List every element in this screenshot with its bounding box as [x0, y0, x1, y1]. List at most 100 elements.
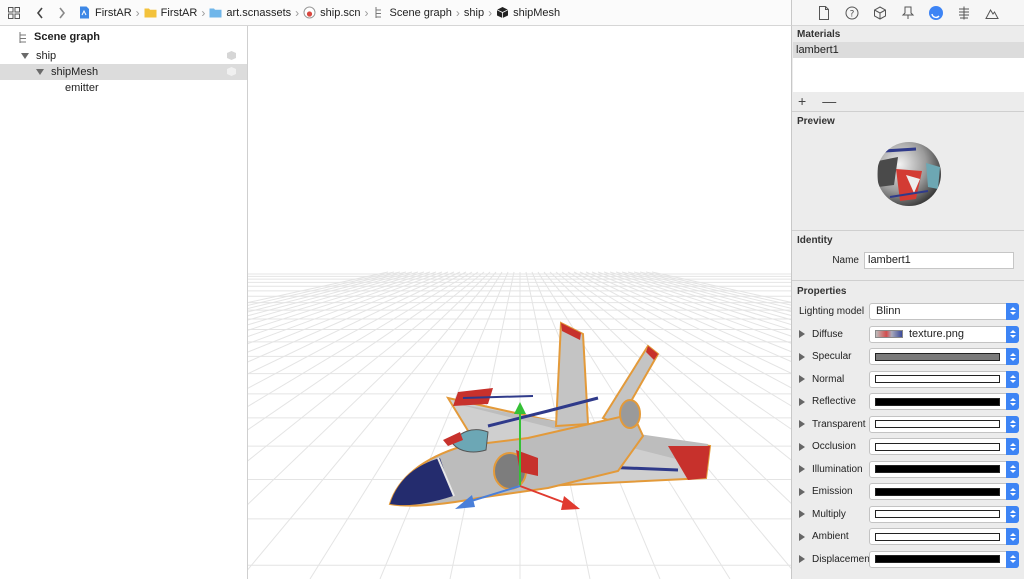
disclosure-triangle-icon[interactable] [799, 420, 805, 428]
material-list-item[interactable]: lambert1 [793, 42, 1024, 58]
select-stepper-icon[interactable] [1006, 528, 1019, 545]
material-inspector-icon[interactable] [928, 5, 944, 21]
select-stepper-icon[interactable] [1006, 302, 1019, 320]
color-well[interactable] [869, 348, 1019, 365]
disclosure-triangle-icon[interactable] [799, 397, 805, 406]
select-stepper-icon[interactable] [1006, 415, 1019, 433]
help-inspector-icon[interactable]: ? [844, 5, 860, 21]
disclosure-triangle-icon[interactable] [799, 375, 805, 383]
breadcrumb-separator-icon: › [455, 5, 460, 20]
select-stepper-icon[interactable] [1006, 325, 1019, 343]
x-axis-arrow-icon[interactable] [561, 496, 580, 510]
property-row-emission: Emission [792, 482, 1024, 502]
disclosure-triangle-icon[interactable] [799, 330, 805, 338]
lighting-model-label: Lighting model [799, 305, 865, 317]
breadcrumb-item-scene-graph[interactable]: Scene graph [373, 6, 452, 19]
color-swatch[interactable] [875, 397, 1000, 406]
material-preview-sphere[interactable] [876, 141, 942, 207]
color-well[interactable] [869, 483, 1019, 500]
color-swatch[interactable] [875, 420, 1000, 428]
color-swatch[interactable] [875, 487, 1000, 496]
lighting-model-value: Blinn [876, 305, 901, 317]
disclosure-triangle-icon[interactable] [36, 69, 44, 75]
folder-icon [209, 8, 222, 18]
texture-name: texture.png [909, 328, 965, 340]
breadcrumb-item-ship[interactable]: ship [464, 7, 484, 19]
y-axis-arrow-icon[interactable] [514, 402, 526, 414]
breadcrumb-label: ship.scn [320, 6, 361, 19]
cube-icon [496, 7, 509, 18]
attributes-inspector-icon[interactable] [900, 5, 916, 21]
color-swatch[interactable] [875, 442, 1000, 451]
outline-node-emitter[interactable]: emitter [0, 80, 247, 96]
disclosure-triangle-icon[interactable] [799, 532, 805, 541]
properties-title: Properties [797, 285, 847, 297]
color-swatch[interactable] [875, 465, 1000, 473]
add-material-button[interactable]: + [798, 93, 806, 109]
select-stepper-icon[interactable] [1006, 483, 1019, 500]
outline-node-shipmesh[interactable]: shipMesh [0, 64, 247, 80]
breadcrumb-item-scene-file[interactable]: ship.scn [303, 6, 361, 19]
color-well[interactable] [869, 505, 1019, 523]
breadcrumb-label: ship [463, 6, 485, 19]
outline-node-ship[interactable]: ship [0, 48, 247, 64]
scene-inspector-mountain-icon[interactable] [984, 5, 1000, 21]
disclosure-triangle-icon[interactable] [799, 352, 805, 361]
select-stepper-icon[interactable] [1006, 438, 1019, 455]
physics-inspector-icon[interactable] [956, 5, 972, 21]
select-stepper-icon[interactable] [1006, 505, 1019, 523]
breadcrumb-item-shipmesh[interactable]: shipMesh [496, 6, 560, 19]
color-well[interactable] [869, 393, 1019, 410]
remove-material-button[interactable]: — [822, 93, 836, 109]
scene-viewport[interactable] [248, 26, 791, 579]
breadcrumb-item-assets[interactable]: art.scnassets [209, 6, 291, 19]
breadcrumb-label: shipMesh [513, 6, 561, 19]
color-swatch[interactable] [875, 555, 1000, 563]
select-stepper-icon[interactable] [1006, 393, 1019, 410]
property-row-specular: Specular [792, 347, 1024, 367]
disclosure-triangle-icon[interactable] [799, 510, 805, 518]
property-label: Illumination [812, 463, 863, 475]
color-well[interactable] [869, 370, 1019, 388]
color-swatch[interactable] [875, 352, 1000, 361]
materials-list[interactable]: lambert1 [793, 42, 1024, 92]
back-chevron-icon[interactable] [32, 5, 48, 21]
breadcrumb-item-project[interactable]: FirstAR [78, 6, 132, 19]
forward-chevron-icon[interactable] [54, 5, 70, 21]
preview-section: Preview [792, 113, 1024, 229]
select-stepper-icon[interactable] [1006, 348, 1019, 365]
color-well[interactable] [869, 460, 1019, 478]
disclosure-triangle-icon[interactable] [799, 442, 805, 451]
select-stepper-icon[interactable] [1006, 370, 1019, 388]
node-inspector-cube-icon[interactable] [872, 5, 888, 21]
preview-title: Preview [797, 115, 835, 127]
breadcrumb-separator-icon: › [201, 5, 206, 20]
material-name-field[interactable]: lambert1 [864, 251, 1014, 269]
texture-select[interactable]: texture.png [869, 325, 1019, 343]
materials-buttons: + — [798, 93, 836, 109]
color-well[interactable] [869, 550, 1019, 568]
disclosure-triangle-icon[interactable] [799, 555, 805, 563]
color-swatch[interactable] [875, 510, 1000, 518]
select-stepper-icon[interactable] [1006, 460, 1019, 478]
node-cube-icon [227, 51, 236, 60]
color-well[interactable] [869, 528, 1019, 545]
related-items-grid-icon[interactable] [6, 5, 22, 21]
color-well[interactable] [869, 438, 1019, 455]
color-well[interactable] [869, 415, 1019, 433]
breadcrumb-separator-icon: › [488, 5, 493, 20]
color-swatch[interactable] [875, 532, 1000, 541]
property-row-diffuse: Diffuse texture.png [792, 324, 1024, 344]
property-label: Specular [812, 351, 852, 362]
disclosure-triangle-icon[interactable] [799, 487, 805, 496]
lighting-model-select[interactable]: Blinn [869, 302, 1019, 320]
disclosure-triangle-icon[interactable] [21, 53, 29, 59]
property-row-occlusion: Occlusion [792, 437, 1024, 457]
disclosure-triangle-icon[interactable] [799, 465, 805, 473]
file-inspector-icon[interactable] [816, 5, 832, 21]
select-stepper-icon[interactable] [1006, 550, 1019, 568]
color-swatch[interactable] [875, 375, 1000, 383]
jet-model[interactable] [388, 321, 712, 507]
scene-graph-header: Scene graph [0, 26, 247, 48]
breadcrumb-item-group[interactable]: FirstAR [144, 6, 197, 19]
